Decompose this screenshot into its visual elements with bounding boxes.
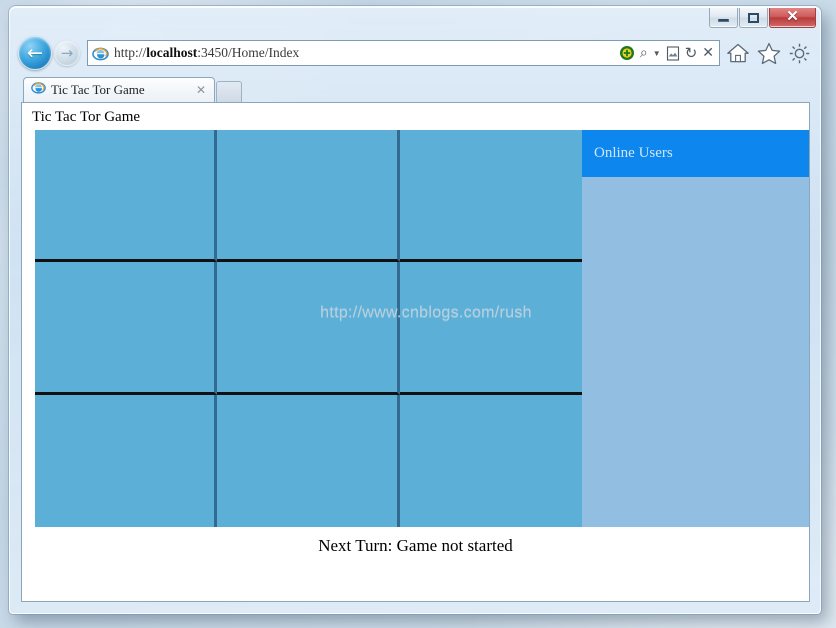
next-turn-status: Next Turn: Game not started: [318, 536, 513, 555]
browser-window: ✕ ← → http://localhost:3450/Home/Index ⌕…: [9, 6, 821, 614]
url-scheme: http://: [114, 45, 147, 60]
board-cell-2[interactable]: [217, 130, 400, 263]
board-cell-6[interactable]: [399, 262, 582, 395]
new-tab-button[interactable]: [216, 81, 242, 102]
command-bar: [726, 42, 820, 65]
url-host: localhost: [146, 45, 198, 60]
board-cell-5[interactable]: [217, 262, 400, 395]
board-cell-4[interactable]: [35, 262, 218, 395]
tab-favicon-icon: [31, 80, 46, 100]
board-cell-8[interactable]: [217, 394, 400, 527]
board-cell-1[interactable]: [35, 130, 218, 263]
board-cell-7[interactable]: [35, 394, 218, 527]
online-users-title: Online Users: [594, 145, 673, 161]
url-text: http://localhost:3450/Home/Index: [114, 45, 619, 61]
refresh-icon[interactable]: ↻: [685, 44, 698, 62]
address-bar-icons: ⌕ ▼ ↻ ✕: [619, 44, 717, 62]
tab-close-icon[interactable]: ✕: [193, 83, 209, 97]
maximize-button[interactable]: [739, 8, 768, 28]
maximize-icon: [748, 12, 759, 23]
tab-tic-tac-tor-game[interactable]: Tic Tac Tor Game ✕: [23, 77, 215, 102]
board-cell-3[interactable]: [399, 130, 582, 263]
favorites-star-icon[interactable]: [757, 42, 781, 65]
back-arrow-icon: ←: [27, 41, 43, 64]
tab-title: Tic Tac Tor Game: [51, 82, 145, 97]
title-bar: ✕: [10, 7, 820, 33]
tab-strip: Tic Tac Tor Game ✕: [10, 75, 820, 102]
page-content: Tic Tac Tor Game http://www.cnblogs.com/…: [21, 102, 810, 602]
page-title: Tic Tac Tor Game: [32, 109, 141, 125]
minimize-icon: [718, 19, 729, 22]
tic-tac-toe-board: [35, 130, 582, 527]
online-users-header: Online Users: [582, 130, 809, 177]
address-bar[interactable]: http://localhost:3450/Home/Index ⌕ ▼ ↻ ✕: [87, 40, 720, 66]
forward-button[interactable]: →: [54, 40, 80, 66]
forward-arrow-icon: →: [60, 43, 74, 62]
ie-favicon-icon: [92, 45, 109, 62]
board-cell-9[interactable]: [399, 394, 582, 527]
stop-icon[interactable]: ✕: [702, 45, 714, 61]
tools-gear-icon[interactable]: [788, 42, 811, 65]
compatibility-view-icon[interactable]: [666, 45, 680, 61]
online-users-list: [582, 177, 809, 189]
window-controls: ✕: [708, 8, 816, 28]
search-icon[interactable]: ⌕: [640, 45, 648, 61]
home-icon[interactable]: [726, 42, 750, 64]
minimize-button[interactable]: [709, 8, 738, 28]
search-provider-icon[interactable]: [619, 45, 635, 61]
navigation-toolbar: ← → http://localhost:3450/Home/Index ⌕ ▼…: [10, 31, 820, 75]
close-window-button[interactable]: ✕: [769, 8, 816, 28]
chevron-down-icon[interactable]: ▼: [653, 49, 661, 58]
online-users-panel: Online Users: [582, 130, 809, 527]
close-icon: ✕: [786, 9, 799, 25]
back-button[interactable]: ←: [18, 36, 52, 70]
url-path: :3450/Home/Index: [197, 45, 300, 60]
game-area: http://www.cnblogs.com/rush Online Users: [35, 130, 809, 529]
